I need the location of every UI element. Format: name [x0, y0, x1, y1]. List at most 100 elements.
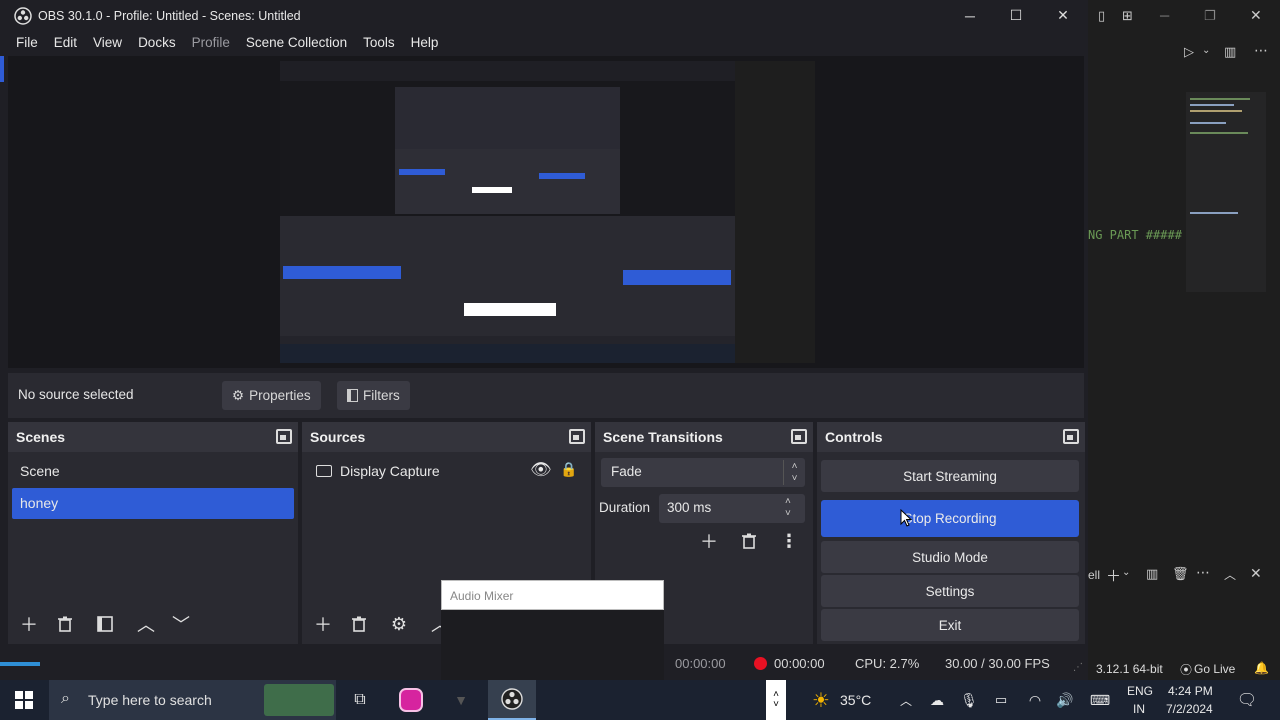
- source-item[interactable]: Display Capture 👁 🔒: [306, 456, 587, 487]
- minimize-button[interactable]: ─: [947, 0, 993, 31]
- title-bar: OBS 30.1.0 - Profile: Untitled - Scenes:…: [0, 0, 1088, 31]
- close-icon[interactable]: ✕: [1250, 7, 1262, 24]
- gear-icon: ⚙: [232, 387, 245, 403]
- chevron-up-icon[interactable]: ︿: [896, 680, 916, 720]
- minimize-icon[interactable]: ─: [1160, 8, 1169, 23]
- start-streaming-button[interactable]: Start Streaming: [821, 460, 1079, 492]
- cloud-icon[interactable]: ☁: [926, 680, 948, 720]
- exit-button[interactable]: Exit: [821, 609, 1079, 641]
- microphone-icon[interactable]: 🎙: [960, 680, 978, 720]
- add-scene-icon[interactable]: ＋: [17, 612, 41, 636]
- battery-icon[interactable]: ▭: [990, 680, 1012, 720]
- add-source-icon[interactable]: ＋: [311, 612, 335, 636]
- transition-select[interactable]: Fade ˄ ˅: [601, 458, 805, 487]
- restore-icon[interactable]: ❐: [1204, 8, 1216, 24]
- scenes-title: Scenes: [16, 429, 66, 445]
- obs-taskbar-icon[interactable]: [488, 680, 536, 720]
- taskbar-search-box[interactable]: ⌕ Type here to search: [49, 680, 336, 720]
- trash-icon[interactable]: [737, 529, 761, 553]
- undock-icon[interactable]: [791, 429, 807, 444]
- stop-recording-button[interactable]: Stop Recording: [821, 500, 1079, 537]
- layout-icon[interactable]: ⊞: [1122, 8, 1133, 24]
- scene-item[interactable]: Scene: [12, 456, 294, 487]
- trash-icon[interactable]: [53, 612, 77, 636]
- python-version[interactable]: 3.12.1 64-bit: [1096, 662, 1163, 676]
- nested-inner-audio-mixer: [472, 187, 512, 193]
- maximize-button[interactable]: ☐: [993, 0, 1039, 31]
- stream-time: 00:00:00: [675, 656, 726, 671]
- settings-button[interactable]: Settings: [821, 575, 1079, 607]
- filters-button[interactable]: Filters: [337, 381, 410, 410]
- split-terminal-icon[interactable]: ▥: [1146, 566, 1158, 582]
- add-terminal-icon[interactable]: ＋: [1106, 565, 1121, 586]
- scene-item-selected[interactable]: honey: [12, 488, 294, 519]
- undock-icon[interactable]: [569, 429, 585, 444]
- progress-indicator: [0, 662, 40, 666]
- taskbar-scroll-icon[interactable]: ˄ ˅: [766, 680, 786, 720]
- resize-grip-icon[interactable]: ⋰: [1073, 662, 1083, 673]
- undock-icon[interactable]: [1063, 429, 1079, 444]
- menu-file[interactable]: File: [8, 35, 46, 50]
- undock-icon[interactable]: [276, 429, 292, 444]
- more-actions-icon[interactable]: ⋯: [1254, 42, 1268, 59]
- lock-icon[interactable]: 🔒: [560, 461, 577, 478]
- trash-icon[interactable]: [347, 612, 371, 636]
- chevron-down-icon[interactable]: ⌄: [1122, 567, 1130, 578]
- nested-docks: [280, 236, 735, 336]
- scenes-dock: Scenes Scene honey ＋ ︿ ﹀: [8, 422, 298, 644]
- move-up-icon[interactable]: ︿: [134, 612, 158, 636]
- more-actions-icon[interactable]: ⋯: [1196, 564, 1210, 581]
- controls-header: Controls: [817, 422, 1085, 452]
- minimap[interactable]: [1186, 92, 1266, 292]
- keyboard-icon[interactable]: ⌨: [1088, 680, 1112, 720]
- language-top[interactable]: ENG: [1127, 684, 1153, 698]
- vscode-statusbar: 3.12.1 64-bit ⦿ Go Live 🔔: [1088, 658, 1280, 680]
- filters-icon: [347, 389, 358, 402]
- close-panel-icon[interactable]: ✕: [1250, 565, 1262, 582]
- spin-arrows-icon[interactable]: ˄ ˅: [785, 496, 791, 520]
- menu-docks[interactable]: Docks: [130, 35, 184, 50]
- monitor-icon: [316, 465, 332, 477]
- maximize-panel-icon[interactable]: ︿: [1224, 566, 1236, 583]
- obs-window: OBS 30.1.0 - Profile: Untitled - Scenes:…: [0, 0, 1088, 680]
- language-bottom[interactable]: IN: [1133, 702, 1145, 716]
- minimap-line: [1190, 98, 1250, 100]
- volume-icon[interactable]: 🔊: [1054, 680, 1076, 720]
- add-transition-icon[interactable]: ＋: [697, 529, 721, 553]
- menu-profile[interactable]: Profile: [184, 35, 238, 50]
- menu-view[interactable]: View: [85, 35, 130, 50]
- chevron-down-icon[interactable]: ⌄: [1202, 45, 1210, 56]
- notification-bell-icon[interactable]: 🔔: [1254, 661, 1269, 675]
- split-editor-icon[interactable]: ▥: [1224, 44, 1236, 60]
- menu-tools[interactable]: Tools: [355, 35, 403, 50]
- more-options-icon[interactable]: ⋮: [777, 529, 801, 553]
- duration-spinbox[interactable]: 300 ms ˄ ˅: [659, 494, 805, 523]
- trash-icon[interactable]: 🗑: [1172, 566, 1189, 582]
- clock-date[interactable]: 7/2/2024: [1166, 702, 1213, 716]
- go-live-button[interactable]: Go Live: [1194, 662, 1235, 676]
- weather-temp[interactable]: 35°C: [840, 692, 871, 708]
- taskbar-app-icon[interactable]: ▼: [442, 680, 480, 720]
- move-down-icon[interactable]: ﹀: [169, 612, 193, 636]
- menu-scene-collection[interactable]: Scene Collection: [238, 35, 355, 50]
- truncated-icon: ell: [1088, 568, 1101, 582]
- recording-dot-icon: [754, 657, 767, 670]
- run-icon[interactable]: ▷: [1184, 44, 1194, 60]
- menu-edit[interactable]: Edit: [46, 35, 85, 50]
- menu-help[interactable]: Help: [403, 35, 447, 50]
- start-button[interactable]: [0, 680, 48, 720]
- task-view-icon[interactable]: ⧉: [345, 680, 375, 720]
- audio-mixer-dock[interactable]: Audio Mixer: [441, 580, 664, 680]
- audio-mixer-title[interactable]: Audio Mixer: [441, 580, 664, 610]
- sidebar-toggle-icon[interactable]: ▯: [1098, 8, 1105, 24]
- notifications-icon[interactable]: 🗨: [1232, 680, 1262, 720]
- clock-time[interactable]: 4:24 PM: [1168, 684, 1213, 698]
- close-button[interactable]: ✕: [1040, 0, 1086, 31]
- source-properties-gear-icon[interactable]: ⚙: [387, 612, 411, 636]
- properties-button[interactable]: ⚙ Properties: [222, 381, 321, 410]
- scene-filters-icon[interactable]: [93, 612, 117, 636]
- studio-mode-button[interactable]: Studio Mode: [821, 541, 1079, 573]
- eye-icon[interactable]: 👁: [530, 460, 552, 480]
- wifi-icon[interactable]: ◠: [1024, 680, 1046, 720]
- instagram-icon[interactable]: [392, 680, 430, 720]
